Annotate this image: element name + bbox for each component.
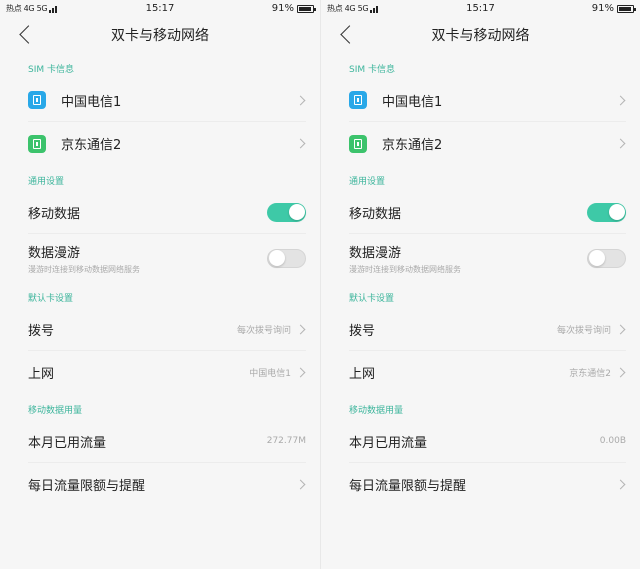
screens-container: 热点 4G 5G 15:17 91% 双卡与移动网络 SIM 卡信息 中国电信1… — [0, 0, 640, 569]
chevron-right-icon — [295, 95, 306, 105]
dial-row[interactable]: 拨号 每次拨号询问 — [349, 308, 626, 351]
back-arrow-icon[interactable] — [340, 25, 359, 44]
roaming-label: 数据漫游 — [349, 245, 402, 261]
monthly-usage-row[interactable]: 本月已用流量 272.77M — [28, 420, 306, 463]
title-bar: 双卡与移动网络 — [0, 17, 320, 53]
status-bar: 热点 4G 5G 15:17 91% — [321, 0, 640, 17]
chevron-right-icon — [295, 479, 306, 490]
daily-limit-row[interactable]: 每日流量限额与提醒 — [28, 463, 306, 506]
monthly-usage-label: 本月已用流量 — [28, 435, 107, 451]
dial-label: 拨号 — [28, 323, 55, 339]
internet-row[interactable]: 上网 中国电信1 — [28, 351, 306, 394]
sim2-row[interactable]: 京东通信2 — [349, 122, 626, 165]
daily-limit-label: 每日流量限额与提醒 — [28, 479, 146, 494]
internet-label: 上网 — [28, 367, 55, 382]
section-data-usage: 移动数据用量 — [28, 406, 83, 416]
sim-card-icon — [349, 134, 367, 153]
title-bar: 双卡与移动网络 — [321, 17, 640, 53]
mobile-data-row: 移动数据 — [28, 191, 306, 234]
sim1-row[interactable]: 中国电信1 — [349, 79, 626, 122]
chevron-right-icon — [615, 479, 626, 490]
sim-card-icon — [349, 91, 367, 109]
monthly-usage-value: 0.00B — [599, 436, 626, 446]
monthly-usage-label: 本月已用流量 — [349, 435, 428, 451]
section-default-card: 默认卡设置 — [28, 294, 74, 304]
sim1-row[interactable]: 中国电信1 — [28, 79, 306, 122]
roaming-row: 数据漫游 漫游时连接到移动数据网络服务 — [28, 234, 306, 282]
section-data-usage: 移动数据用量 — [349, 406, 404, 416]
status-bar: 热点 4G 5G 15:17 91% — [0, 0, 320, 17]
roaming-label: 数据漫游 — [28, 245, 81, 261]
internet-label: 上网 — [349, 367, 376, 382]
page-title: 双卡与移动网络 — [431, 28, 530, 44]
status-time: 15:17 — [466, 3, 495, 14]
battery-icon — [617, 4, 636, 13]
status-time: 15:17 — [145, 3, 175, 14]
sim-card-icon — [28, 134, 46, 153]
dial-label: 拨号 — [349, 323, 376, 339]
sim-card-icon — [28, 91, 46, 109]
dial-value: 每次拨号询问 — [236, 325, 291, 336]
sim1-label: 中国电信1 — [382, 94, 443, 110]
internet-value: 中国电信1 — [249, 369, 291, 379]
mobile-data-toggle[interactable] — [267, 202, 306, 222]
chevron-right-icon — [615, 138, 626, 149]
section-general: 通用设置 — [28, 177, 65, 187]
roaming-sublabel: 漫游时连接到移动数据网络服务 — [349, 264, 461, 274]
mobile-data-label: 移动数据 — [349, 206, 402, 222]
daily-limit-row[interactable]: 每日流量限额与提醒 — [349, 463, 626, 506]
mobile-data-label: 移动数据 — [28, 206, 81, 222]
sim2-label: 京东通信2 — [382, 138, 443, 153]
monthly-usage-value: 272.77M — [266, 436, 306, 446]
roaming-text: 数据漫游 漫游时连接到移动数据网络服务 — [28, 242, 140, 275]
settings-screen-right: 热点 4G 5G 15:17 91% 双卡与移动网络 SIM 卡信息 中国电信1… — [320, 0, 640, 569]
chevron-right-icon — [615, 324, 626, 334]
section-sim-info: SIM 卡信息 — [28, 65, 74, 75]
settings-screen-left: 热点 4G 5G 15:17 91% 双卡与移动网络 SIM 卡信息 中国电信1… — [0, 0, 320, 569]
sim2-row[interactable]: 京东通信2 — [28, 122, 306, 165]
internet-value: 京东通信2 — [569, 369, 611, 379]
battery-icon — [297, 4, 316, 13]
dial-row[interactable]: 拨号 每次拨号询问 — [28, 308, 306, 351]
chevron-right-icon — [295, 324, 306, 334]
roaming-toggle[interactable] — [267, 248, 306, 268]
section-general: 通用设置 — [349, 177, 386, 187]
dial-value: 每次拨号询问 — [556, 325, 611, 336]
section-sim-info: SIM 卡信息 — [349, 65, 395, 75]
roaming-text: 数据漫游 漫游时连接到移动数据网络服务 — [349, 242, 461, 275]
roaming-toggle[interactable] — [587, 248, 626, 268]
back-arrow-icon[interactable] — [19, 25, 38, 44]
chevron-right-icon — [295, 138, 306, 149]
mobile-data-toggle[interactable] — [587, 202, 626, 222]
daily-limit-label: 每日流量限额与提醒 — [349, 479, 467, 494]
page-title: 双卡与移动网络 — [111, 28, 209, 44]
roaming-sublabel: 漫游时连接到移动数据网络服务 — [28, 264, 140, 274]
chevron-right-icon — [615, 95, 626, 105]
section-default-card: 默认卡设置 — [349, 294, 395, 304]
chevron-right-icon — [295, 367, 306, 378]
chevron-right-icon — [615, 367, 626, 378]
monthly-usage-row[interactable]: 本月已用流量 0.00B — [349, 420, 626, 463]
sim1-label: 中国电信1 — [61, 94, 122, 110]
mobile-data-row: 移动数据 — [349, 191, 626, 234]
sim2-label: 京东通信2 — [61, 138, 122, 153]
internet-row[interactable]: 上网 京东通信2 — [349, 351, 626, 394]
roaming-row: 数据漫游 漫游时连接到移动数据网络服务 — [349, 234, 626, 282]
